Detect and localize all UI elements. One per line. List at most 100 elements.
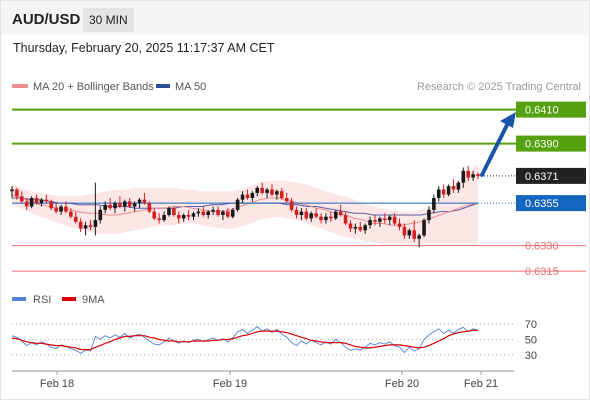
candle-body [167, 208, 171, 215]
candle-body [451, 186, 456, 190]
candle-body [476, 174, 480, 176]
candle-body [329, 216, 333, 219]
candle-body [432, 198, 436, 210]
candle-body [299, 211, 304, 215]
candle-body [270, 189, 274, 195]
candle-body [284, 198, 289, 202]
candle-body [29, 198, 34, 207]
candle-body [368, 220, 372, 226]
pivot-label-0.6355: 0.6355 [525, 198, 559, 210]
candle-body [69, 211, 73, 217]
candle-body [387, 216, 392, 221]
candle-body [64, 206, 68, 212]
candle-body [73, 216, 78, 222]
candle-body [456, 182, 461, 190]
candle-body [142, 199, 147, 204]
ma50-legend-label: MA 50 [175, 81, 206, 93]
candle-body [78, 221, 83, 229]
current-price-label: 0.6371 [525, 171, 559, 183]
candle-body [157, 218, 161, 221]
resistance-label-0.6410: 0.6410 [525, 105, 559, 117]
ma20-legend-swatch [12, 84, 28, 88]
candle [422, 218, 426, 238]
ma9-legend-label: 9MA [82, 294, 105, 306]
ma50-legend-swatch [156, 84, 170, 88]
candle-body [98, 209, 103, 221]
candle-body [127, 201, 132, 207]
candle-body [132, 203, 137, 207]
candle-body [255, 187, 260, 193]
rsi-legend-swatch [12, 297, 26, 301]
candle-body [441, 189, 446, 195]
candle-body [319, 216, 323, 221]
candle-body [49, 201, 54, 209]
candle-body [250, 192, 255, 198]
candle-body [226, 211, 230, 217]
candle [436, 186, 441, 202]
candle-body [216, 209, 220, 215]
candle-body [176, 215, 181, 219]
candle-body [289, 201, 294, 210]
candle-body [181, 215, 186, 219]
rsi-plot: 70 50 30 [11, 319, 537, 362]
candle-body [240, 194, 245, 200]
candle [235, 198, 240, 212]
candle-body [294, 209, 299, 215]
candle-body [343, 215, 348, 224]
candle-body [265, 189, 269, 193]
ma9-legend-swatch [62, 297, 76, 301]
candle-body [93, 220, 98, 227]
candle-body [113, 203, 117, 209]
candle-body [186, 215, 191, 217]
rsi-tick-label-30: 30 [525, 350, 537, 362]
candle-body [446, 186, 451, 195]
candle-body [422, 220, 426, 236]
candle-body [407, 230, 412, 236]
candle-body [196, 211, 201, 214]
candle-body [10, 189, 14, 192]
candle-body [201, 211, 206, 215]
time-tick-label: Feb 20 [385, 378, 419, 390]
candle-body [88, 225, 93, 227]
candle-body [427, 209, 431, 221]
time-tick-label: Feb 18 [40, 378, 74, 390]
candle-body [221, 211, 225, 215]
time-axis: Feb 18 Feb 19 Feb 20 Feb 21 [12, 370, 514, 390]
candle-body [59, 206, 63, 212]
candle-body [383, 218, 387, 221]
candle-body [230, 209, 235, 217]
candle-body [353, 226, 358, 229]
candle-body [24, 201, 29, 207]
ma20-legend-label: MA 20 + Bollinger Bands [33, 81, 154, 93]
candle-body [191, 213, 196, 217]
rsi-legend-label: RSI [33, 294, 51, 306]
rsi-tick-label-50: 50 [525, 335, 537, 347]
candle-body [378, 218, 382, 222]
price-plot: 0.6410 0.6390 0.6371 0.6355 0.6330 0.6315 [10, 101, 586, 278]
candle-body [392, 216, 397, 224]
support-label-0.6315: 0.6315 [525, 266, 559, 278]
candle [29, 196, 34, 209]
time-tick-label: Feb 21 [464, 378, 498, 390]
candle-body [260, 187, 264, 193]
rsi-tick-label-70: 70 [525, 319, 537, 331]
candle-body [436, 189, 441, 198]
candle-body [471, 174, 475, 178]
candle-body [314, 213, 318, 217]
candle-body [412, 230, 417, 239]
candle-body [20, 196, 24, 202]
projection-arrow-shaft [480, 121, 510, 177]
candle-body [123, 201, 127, 207]
candle-body [363, 225, 367, 231]
candle-body [39, 199, 44, 204]
candle [147, 201, 152, 214]
copyright-credit: Research © 2025 Trading Central [417, 81, 581, 93]
candle-body [108, 204, 112, 209]
candle-body [417, 235, 421, 239]
candle-body [54, 208, 58, 212]
candle-body [304, 211, 309, 219]
candle-body [15, 189, 19, 197]
candle-body [402, 226, 407, 236]
candle-body [206, 211, 211, 215]
candle-body [358, 226, 363, 231]
